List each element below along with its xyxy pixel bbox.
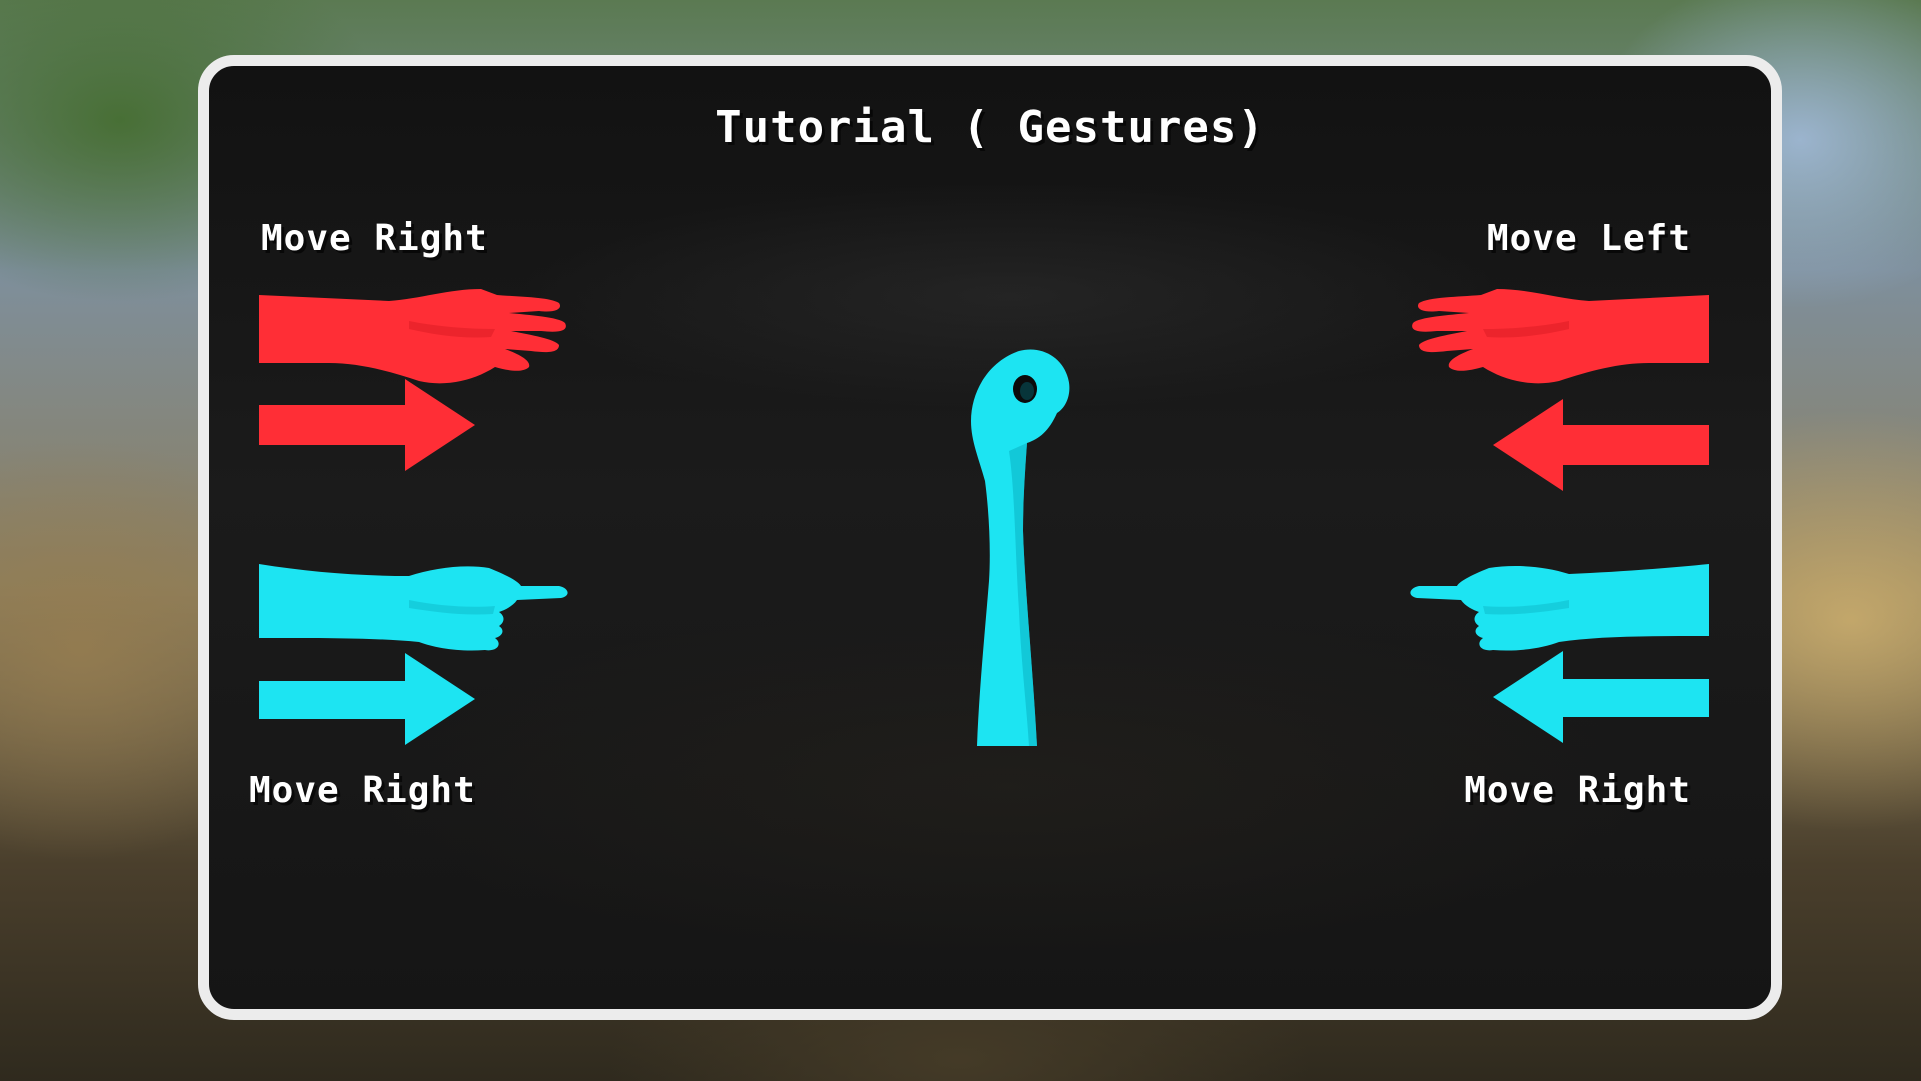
tutorial-panel: Tutorial ( Gestures) Move Right Move Lef… — [198, 55, 1782, 1020]
gesture-label-top-left: Move Right — [261, 218, 488, 259]
pointing-hand-right-icon — [259, 564, 568, 745]
blurred-game-background: Tutorial ( Gestures) Move Right Move Lef… — [0, 0, 1921, 1081]
pointing-hand-left-icon — [1410, 564, 1709, 743]
gesture-top-left — [259, 281, 619, 536]
gesture-center — [949, 331, 1079, 751]
gesture-bottom-right — [1359, 556, 1719, 801]
gesture-top-right — [1359, 281, 1719, 536]
arrow-left-icon — [1493, 651, 1709, 743]
open-hand-right-icon — [259, 289, 566, 471]
gesture-label-top-right: Move Left — [1486, 218, 1691, 259]
arrow-left-icon — [1493, 399, 1709, 491]
arrow-right-icon — [259, 653, 475, 745]
gesture-bottom-left — [259, 556, 619, 801]
open-hand-left-icon — [1412, 289, 1709, 491]
tutorial-title: Tutorial ( Gestures) — [715, 102, 1265, 153]
raised-fist-okay-hand-icon — [971, 349, 1070, 746]
arrow-right-icon — [259, 379, 475, 471]
